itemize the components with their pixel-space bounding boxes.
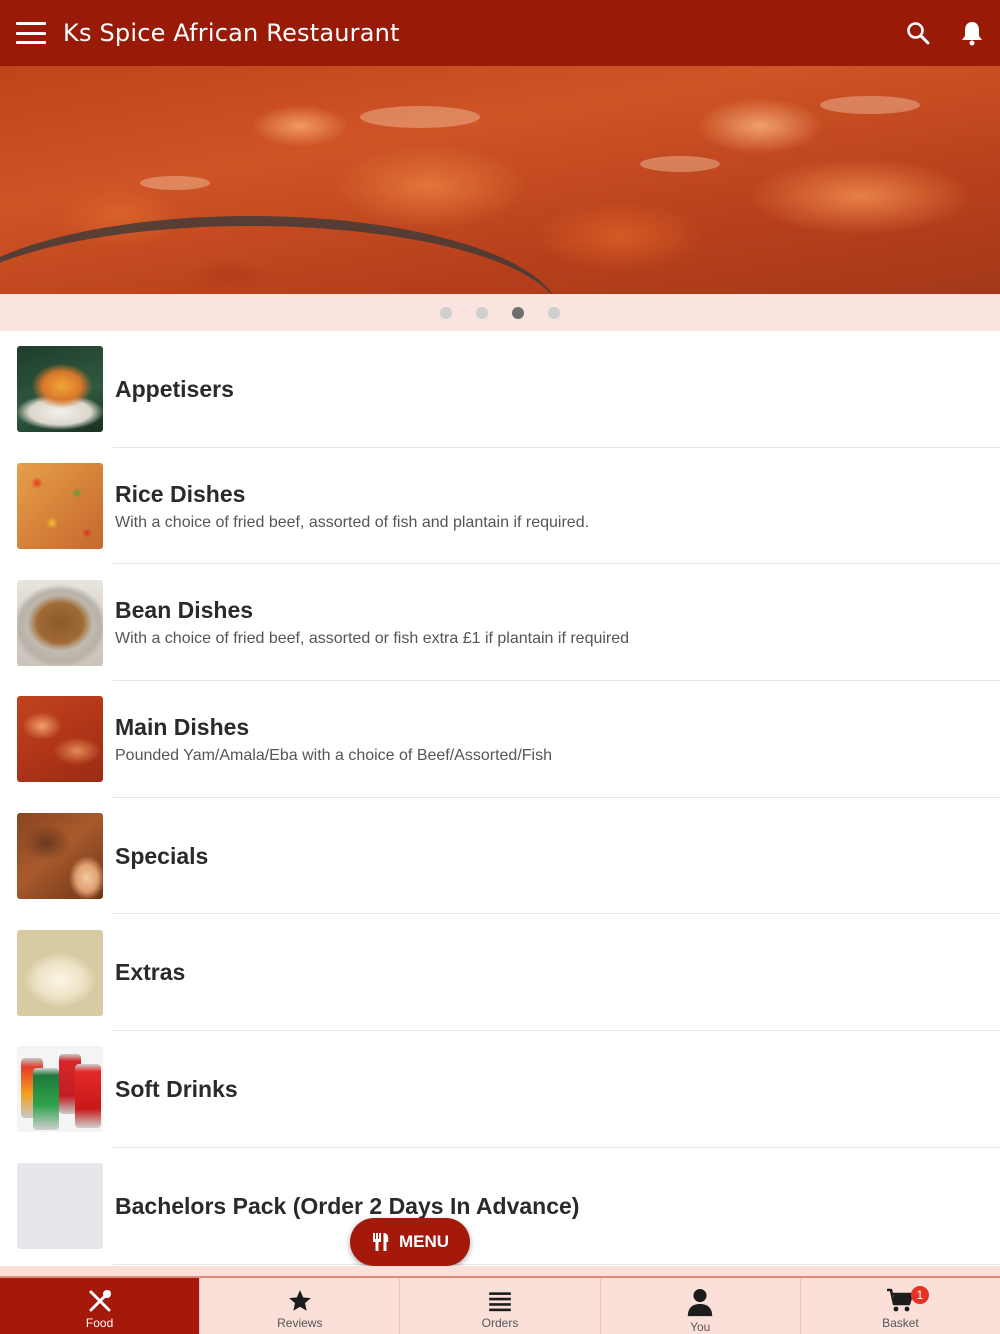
category-title: Specials <box>115 842 209 869</box>
carousel-dot-active[interactable] <box>512 306 524 319</box>
category-item-specials[interactable]: Specials <box>0 798 1000 915</box>
category-description: With a choice of fried beef, assorted of… <box>115 513 590 531</box>
plate-rim <box>0 216 560 294</box>
food-highlight <box>640 156 720 172</box>
extras-thumbnail <box>17 929 103 1016</box>
carousel-dot[interactable] <box>476 306 488 319</box>
bottom-strip <box>0 1266 1000 1276</box>
nav-tab-orders[interactable]: Orders <box>400 1278 601 1334</box>
category-item-extras[interactable]: Extras <box>0 914 1000 1031</box>
top-actions <box>906 20 984 46</box>
nav-tab-basket[interactable]: 1 Basket <box>801 1278 1000 1334</box>
category-item-soft-drinks[interactable]: Soft Drinks <box>0 1031 1000 1148</box>
category-title: Rice Dishes <box>115 480 246 507</box>
menu-button[interactable]: MENU <box>350 1218 470 1266</box>
search-icon[interactable] <box>906 21 930 45</box>
rice-dishes-thumbnail <box>17 463 103 550</box>
nav-label: Orders <box>481 1316 519 1330</box>
category-description: With a choice of fried beef, assorted or… <box>115 630 630 648</box>
person-icon <box>688 1288 713 1317</box>
app-title: Ks Spice African Restaurant <box>63 19 400 47</box>
food-highlight <box>820 96 920 114</box>
category-item-appetisers[interactable]: Appetisers <box>0 331 1000 448</box>
nav-tab-reviews[interactable]: Reviews <box>200 1278 401 1334</box>
basket-count-badge: 1 <box>910 1286 929 1304</box>
nav-label: Food <box>85 1316 114 1330</box>
cart-icon <box>887 1288 914 1312</box>
category-item-rice-dishes[interactable]: Rice Dishes With a choice of fried beef,… <box>0 448 1000 565</box>
category-item-bachelors-pack[interactable]: Bachelors Pack (Order 2 Days In Advance) <box>0 1148 1000 1265</box>
nav-label: Basket <box>882 1316 919 1330</box>
appetisers-thumbnail <box>17 346 103 433</box>
hero-carousel-image[interactable] <box>0 66 1000 294</box>
star-icon <box>288 1290 311 1311</box>
nav-tab-food[interactable]: Food <box>0 1278 201 1334</box>
nav-label: You <box>690 1320 711 1334</box>
carousel-dot[interactable] <box>548 306 560 319</box>
food-highlight <box>360 106 480 128</box>
category-title: Bachelors Pack (Order 2 Days In Advance) <box>115 1192 580 1219</box>
carousel-dot[interactable] <box>440 306 452 319</box>
specials-thumbnail <box>17 813 103 900</box>
food-highlight <box>140 176 210 190</box>
fork-spoon-cross-icon <box>89 1290 111 1312</box>
category-title: Extras <box>115 959 186 986</box>
bell-icon[interactable] <box>960 20 984 46</box>
category-title: Bean Dishes <box>115 597 254 624</box>
nav-label: Reviews <box>277 1316 323 1330</box>
category-item-bean-dishes[interactable]: Bean Dishes With a choice of fried beef,… <box>0 564 1000 681</box>
soft-drinks-thumbnail <box>17 1046 103 1133</box>
list-icon <box>489 1292 511 1312</box>
category-list: Appetisers Rice Dishes With a choice of … <box>0 331 1000 1265</box>
category-title: Main Dishes <box>115 713 250 740</box>
top-app-bar: Ks Spice African Restaurant <box>0 0 1000 66</box>
placeholder-thumbnail <box>17 1163 103 1250</box>
hamburger-menu-icon[interactable] <box>16 22 46 44</box>
nav-tab-you[interactable]: You <box>601 1278 801 1334</box>
fork-knife-icon <box>372 1233 389 1251</box>
category-title: Soft Drinks <box>115 1075 238 1102</box>
bean-dishes-thumbnail <box>17 579 103 666</box>
bottom-navigation: Food Reviews Orders You 1 Basket <box>0 1276 1000 1334</box>
category-description: Pounded Yam/Amala/Eba with a choice of B… <box>115 746 552 764</box>
menu-button-label: MENU <box>398 1232 450 1251</box>
category-item-main-dishes[interactable]: Main Dishes Pounded Yam/Amala/Eba with a… <box>0 681 1000 798</box>
carousel-indicator <box>0 294 1000 331</box>
main-dishes-thumbnail <box>17 696 103 783</box>
category-title: Appetisers <box>115 375 234 402</box>
